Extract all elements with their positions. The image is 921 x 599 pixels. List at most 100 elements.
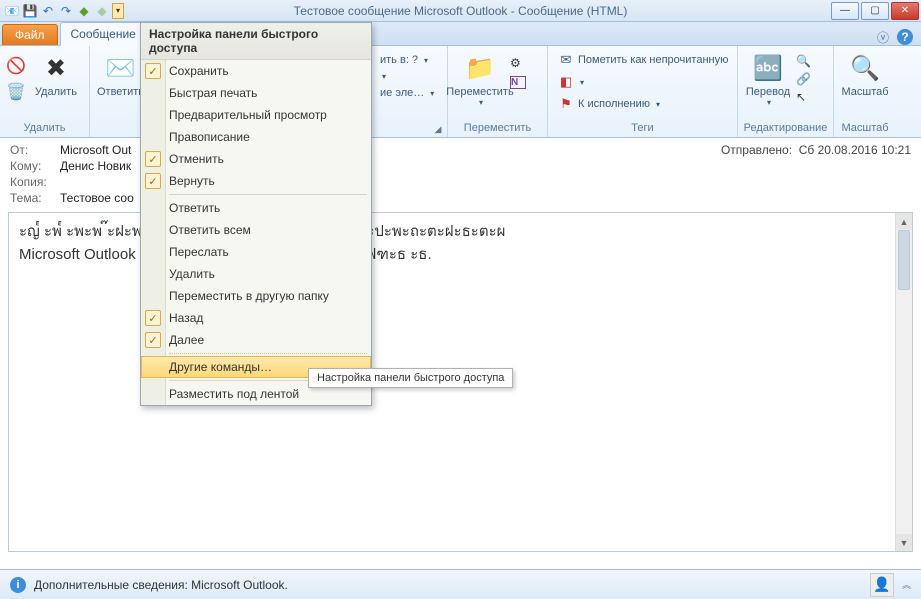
- window-buttons: — ▢ ✕: [831, 2, 921, 20]
- translate-button[interactable]: 🔤 Перевод ▾: [744, 50, 792, 109]
- tab-file[interactable]: Файл: [2, 24, 58, 45]
- scroll-down-icon[interactable]: ▼: [896, 534, 912, 551]
- vertical-scrollbar[interactable]: ▲ ▼: [895, 213, 912, 551]
- qat-menu-item-label: Ответить всем: [169, 223, 251, 237]
- to-value: Денис Новик: [60, 159, 131, 173]
- rules-icon[interactable]: ⚙: [510, 56, 526, 70]
- info-icon: i: [10, 577, 26, 593]
- subject-value: Тестовое соо: [60, 191, 134, 205]
- followup-button[interactable]: ⚑ К исполнению▾: [554, 94, 732, 114]
- flag-icon: ⚑: [558, 96, 574, 112]
- message-headers: От: Microsoft Out Отправлено: Сб 20.08.2…: [0, 138, 921, 210]
- status-text: Дополнительные сведения: Microsoft Outlo…: [34, 578, 288, 592]
- group-label-delete: Удалить: [0, 120, 89, 137]
- reply-button[interactable]: ✉️ Ответить: [95, 50, 146, 100]
- from-label: От:: [10, 143, 60, 157]
- delete-button[interactable]: ✖ Удалить: [30, 50, 82, 100]
- qat-menu-item-label: Отменить: [169, 152, 224, 166]
- save-icon[interactable]: 💾: [22, 3, 38, 19]
- close-button[interactable]: ✕: [891, 2, 919, 20]
- qat-menu-title: Настройка панели быстрого доступа: [141, 23, 371, 60]
- check-icon: ✓: [145, 63, 161, 79]
- help-icon[interactable]: ?: [897, 29, 913, 45]
- scroll-up-icon[interactable]: ▲: [896, 213, 912, 230]
- scroll-thumb[interactable]: [898, 230, 910, 290]
- subject-label: Тема:: [10, 191, 60, 205]
- junk-icon[interactable]: 🚫: [6, 56, 26, 76]
- check-icon: ✓: [145, 151, 161, 167]
- related-icon[interactable]: 🔗: [796, 72, 811, 86]
- qat-menu-item[interactable]: Предварительный просмотр: [141, 104, 371, 126]
- qat-menu-item-label: Разместить под лентой: [169, 387, 299, 401]
- qat-menu-item[interactable]: ✓ Отменить: [141, 148, 371, 170]
- move-to-item[interactable]: ить в: ?▾: [376, 52, 438, 68]
- categorize-button[interactable]: ◧ ▾: [554, 72, 732, 92]
- group-label-zoom: Масштаб: [834, 120, 896, 137]
- ribbon: 🚫 🗑️ ✖ Удалить Удалить ✉️ Ответить ◢ ить…: [0, 46, 921, 138]
- mark-unread-button[interactable]: ✉ Пометить как непрочитанную: [554, 50, 732, 70]
- qat-menu-item[interactable]: Удалить: [141, 263, 371, 285]
- select-icon[interactable]: ↖: [796, 90, 811, 104]
- qat-menu-item-label: Быстрая печать: [169, 86, 257, 100]
- qat-menu-item-label: Назад: [169, 311, 203, 325]
- delete-icon: ✖: [40, 52, 72, 84]
- qat-menu-item[interactable]: Переслать: [141, 241, 371, 263]
- move-button[interactable]: 📁 Переместить ▾: [454, 50, 506, 109]
- undo-icon[interactable]: ↶: [40, 3, 56, 19]
- qat-menu-item[interactable]: Ответить всем: [141, 219, 371, 241]
- qat-menu-item-label: Вернуть: [169, 174, 215, 188]
- cc-label: Копия:: [10, 175, 60, 189]
- qat-menu-item-label: Ответить: [169, 201, 220, 215]
- qat-menu-item-label: Сохранить: [169, 64, 229, 78]
- tab-message[interactable]: Сообщение: [60, 22, 147, 46]
- group-label-move: Переместить: [448, 120, 547, 137]
- related-items[interactable]: ие эле…▾: [376, 85, 438, 101]
- categorize-icon: ◧: [558, 74, 574, 90]
- onenote-icon[interactable]: N: [510, 76, 526, 89]
- group-label-editing: Редактирование: [738, 120, 833, 137]
- qat-menu-item-label: Переслать: [169, 245, 229, 259]
- check-icon: ✓: [145, 332, 161, 348]
- qat-menu-item[interactable]: Правописание: [141, 126, 371, 148]
- qat-menu-item[interactable]: Ответить: [141, 197, 371, 219]
- from-value: Microsoft Out: [60, 143, 131, 157]
- qat-dropdown-icon[interactable]: ▾: [112, 3, 124, 19]
- expand-icon[interactable]: ︽: [902, 578, 911, 591]
- qat-menu-item[interactable]: Переместить в другую папку: [141, 285, 371, 307]
- qat-menu-item-label: Правописание: [169, 130, 250, 144]
- translate-icon: 🔤: [752, 52, 784, 84]
- minimize-ribbon-icon[interactable]: ⓥ: [875, 29, 891, 45]
- quick-access-toolbar: 📧 💾 ↶ ↷ ◆ ◆ ▾: [0, 3, 128, 19]
- qat-menu-item[interactable]: Быстрая печать: [141, 82, 371, 104]
- qat-menu-item[interactable]: ✓ Далее: [141, 329, 371, 351]
- find-icon[interactable]: 🔍: [796, 54, 811, 68]
- maximize-button[interactable]: ▢: [861, 2, 889, 20]
- zoom-icon: 🔍: [849, 52, 881, 84]
- forward-icon[interactable]: ◆: [94, 3, 110, 19]
- ribbon-tabs: Файл Сообщение ⓥ ?: [0, 22, 921, 46]
- qat-menu-item-label: Переместить в другую папку: [169, 289, 329, 303]
- check-icon: ✓: [145, 310, 161, 326]
- qat-menu-item-label: Удалить: [169, 267, 215, 281]
- check-icon: ✓: [145, 173, 161, 189]
- qat-menu-item[interactable]: ✓ Назад: [141, 307, 371, 329]
- qat-menu-item-label: Предварительный просмотр: [169, 108, 327, 122]
- envelope-icon: ✉: [558, 52, 574, 68]
- qat-menu-item-label: Другие команды…: [169, 360, 272, 374]
- dialog-launcher-icon[interactable]: ◢: [433, 124, 443, 134]
- rules-item[interactable]: ▾: [376, 70, 438, 83]
- reply-icon: ✉️: [105, 52, 137, 84]
- redo-icon[interactable]: ↷: [58, 3, 74, 19]
- sent-label: Отправлено:: [721, 143, 792, 157]
- app-menu-icon[interactable]: 📧: [4, 3, 20, 19]
- qat-menu-item[interactable]: ✓ Вернуть: [141, 170, 371, 192]
- group-label-tags: Теги: [548, 120, 737, 137]
- zoom-button[interactable]: 🔍 Масштаб: [839, 50, 890, 100]
- contact-avatar[interactable]: 👤: [870, 573, 894, 597]
- tooltip: Настройка панели быстрого доступа: [308, 368, 513, 388]
- minimize-button[interactable]: —: [831, 2, 859, 20]
- back-icon[interactable]: ◆: [76, 3, 92, 19]
- qat-menu-item-label: Далее: [169, 333, 204, 347]
- qat-menu-item[interactable]: ✓ Сохранить: [141, 60, 371, 82]
- ignore-icon[interactable]: 🗑️: [6, 82, 26, 102]
